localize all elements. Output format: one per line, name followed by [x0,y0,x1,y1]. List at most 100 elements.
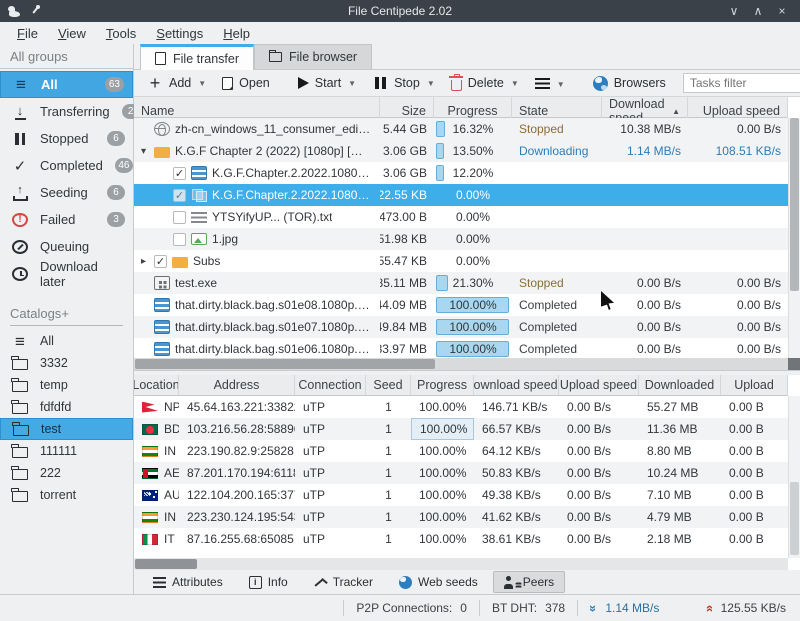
catalog-item-test[interactable]: test [0,418,133,440]
group-list: All63Transferring2Stopped6Completed46See… [0,69,133,287]
globe-small [399,576,412,589]
transfer-table-header: NameSizeProgressStateDownload speed▲Uplo… [134,97,788,118]
stop-button[interactable]: Stop▼ [365,72,442,94]
task-download-speed: 0.00 B/s [602,294,688,316]
task-name: K.G.F.Chapter.2.2022.1080p.WEBRip.x⋯ [212,188,373,202]
sidebar-item-all[interactable]: All63 [0,71,133,98]
peer-row[interactable]: AU122.104.200.165:37738uTP1100.00%49.38 … [134,484,788,506]
main-tab-bar: File transferFile browser [134,44,800,70]
detail-tab-peers[interactable]: Peers [493,571,565,593]
add-catalog-button[interactable]: + [61,306,69,321]
catalog-item-fdfdfd[interactable]: fdfdfd [0,396,133,418]
tab-file-transfer[interactable]: File transfer [140,44,254,70]
file-checkbox[interactable] [173,189,186,202]
peers-column-header-upload[interactable]: Upload [721,375,788,395]
transfer-row[interactable]: zh-cn_windows_11_consumer_editions_upd⋯5… [134,118,788,140]
transfer-row[interactable]: K.G.F.Chapter.2.2022.1080p.WEBRip.x⋯122.… [134,184,788,206]
transfer-row[interactable]: 1.jpg51.98 KB0.00% [134,228,788,250]
peers-column-header-downloaded[interactable]: Downloaded [639,375,721,395]
detail-tab-info[interactable]: Info [238,571,299,593]
peers-column-header-address[interactable]: Address [179,375,295,395]
task-size: 473.00 B [380,206,434,228]
file-checkbox[interactable] [173,211,186,224]
minimize-button[interactable]: ∨ [724,2,744,20]
catalog-item-222[interactable]: 222 [0,462,133,484]
peer-row[interactable]: AE87.201.170.194:61186uTP1100.00%50.83 K… [134,462,788,484]
peers-column-header-seed[interactable]: Seed [366,375,411,395]
tracker-icon [314,576,327,589]
sidebar-item-transferring[interactable]: Transferring2 [0,98,133,125]
maximize-button[interactable]: ∧ [748,2,768,20]
transfer-row[interactable]: test.exe85.11 MB21.30%Stopped0.00 B/s0.0… [134,272,788,294]
peer-row[interactable]: BD103.216.56.28:58896uTP1100.00%66.57 KB… [134,418,788,440]
peer-row[interactable]: IN223.230.124.195:54348uTP1100.00%41.62 … [134,506,788,528]
task-state: Completed [512,316,602,338]
peer-row[interactable]: NP45.64.163.221:33822uTP1100.00%146.71 K… [134,396,788,418]
peers-column-header-upload-speed[interactable]: Upload speed [559,375,639,395]
catalog-item-111111[interactable]: 111111 [0,440,133,462]
browsers-button[interactable]: Browsers [586,73,673,94]
sidebar-item-seeding[interactable]: Seeding6 [0,179,133,206]
sidebar-item-download-later[interactable]: Download later [0,260,133,287]
transfer-row[interactable]: K.G.F.Chapter.2.2022.1080p.WEBRip.x⋯3.06… [134,162,788,184]
close-button[interactable]: × [772,2,792,20]
progress-label: 16.32% [434,122,512,136]
peers-column-header-progress[interactable]: Progress [411,375,474,395]
sidebar-item-queuing[interactable]: Queuing [0,233,133,260]
catalog-item-3332[interactable]: 3332 [0,352,133,374]
transfer-row[interactable]: that.dirty.black.bag.s01e07.1080p.web.h2… [134,316,788,338]
peers-vertical-scrollbar[interactable] [788,396,800,558]
add-button[interactable]: Add▼ [140,72,213,94]
tab-file-browser[interactable]: File browser [254,44,372,69]
expander-icon[interactable]: ▾ [138,146,149,157]
peers-column-header-connection[interactable]: Connection [295,375,366,395]
tasks-filter-input[interactable] [684,76,800,90]
open-button[interactable]: Open [215,73,277,93]
transfer-row[interactable]: that.dirty.black.bag.s01e06.1080p.web.h2… [134,338,788,358]
sidebar-item-failed[interactable]: Failed3 [0,206,133,233]
folder-outline-icon [13,425,29,436]
menu-view[interactable]: View [49,24,95,43]
transfer-vertical-scrollbar[interactable] [788,118,800,358]
menu-file[interactable]: File [8,24,47,43]
task-size: 3.06 GB [380,140,434,162]
flag-au-icon [142,490,158,501]
expander-icon[interactable]: ▸ [138,256,149,267]
delete-button[interactable]: Delete▼ [444,73,526,94]
start-button[interactable]: Start▼ [291,73,363,93]
peer-download-speed: 49.38 KB/s [474,484,559,506]
file-checkbox[interactable] [173,167,186,180]
menu-settings[interactable]: Settings [147,24,212,43]
detail-tab-web-seeds[interactable]: Web seeds [388,571,489,593]
transfer-table: NameSizeProgressStateDownload speed▲Uplo… [134,97,800,371]
peer-row[interactable]: IT87.16.255.68:65085uTP1100.00%38.61 KB/… [134,528,788,550]
peers-horizontal-scrollbar[interactable] [134,558,788,570]
task-upload-speed: 0.00 B/s [688,272,788,294]
transfer-row[interactable]: ▾K.G.F Chapter 2 (2022) [1080p] [WEBRip]… [134,140,788,162]
file-checkbox[interactable] [173,233,186,246]
peer-address: 45.64.163.221:33822 [179,396,295,418]
menu-help[interactable]: Help [214,24,259,43]
peer-seed: 1 [366,418,411,440]
peers-column-header-location[interactable]: Location [134,375,179,395]
transfer-row[interactable]: that.dirty.black.bag.s01e08.1080p.web.h2… [134,294,788,316]
detail-tab-tracker[interactable]: Tracker [303,571,384,593]
menu-tools[interactable]: Tools [97,24,145,43]
peer-row[interactable]: IN223.190.82.9:25828uTP1100.00%64.12 KB/… [134,440,788,462]
task-state: Completed [512,294,602,316]
catalog-item-temp[interactable]: temp [0,374,133,396]
peer-download-speed: 66.57 KB/s [474,418,559,440]
catalog-item-all[interactable]: All [0,330,133,352]
transfer-row[interactable]: YTSYifyUP... (TOR).txt473.00 B0.00% [134,206,788,228]
count-badge: 6 [107,131,125,146]
catalog-list: All3332tempfdfdfdtest111111222torrent [0,330,133,506]
detail-tab-attributes[interactable]: Attributes [142,571,234,593]
peers-column-header-download-speed[interactable]: Download speed▲ [474,375,559,395]
sidebar-item-completed[interactable]: Completed46 [0,152,133,179]
sidebar-item-stopped[interactable]: Stopped6 [0,125,133,152]
catalog-item-torrent[interactable]: torrent [0,484,133,506]
transfer-horizontal-scrollbar[interactable] [134,358,788,370]
transfer-row[interactable]: ▸Subs255.47 KB0.00% [134,250,788,272]
more-menu-button[interactable]: ▼ [528,75,572,92]
file-checkbox[interactable] [154,255,167,268]
